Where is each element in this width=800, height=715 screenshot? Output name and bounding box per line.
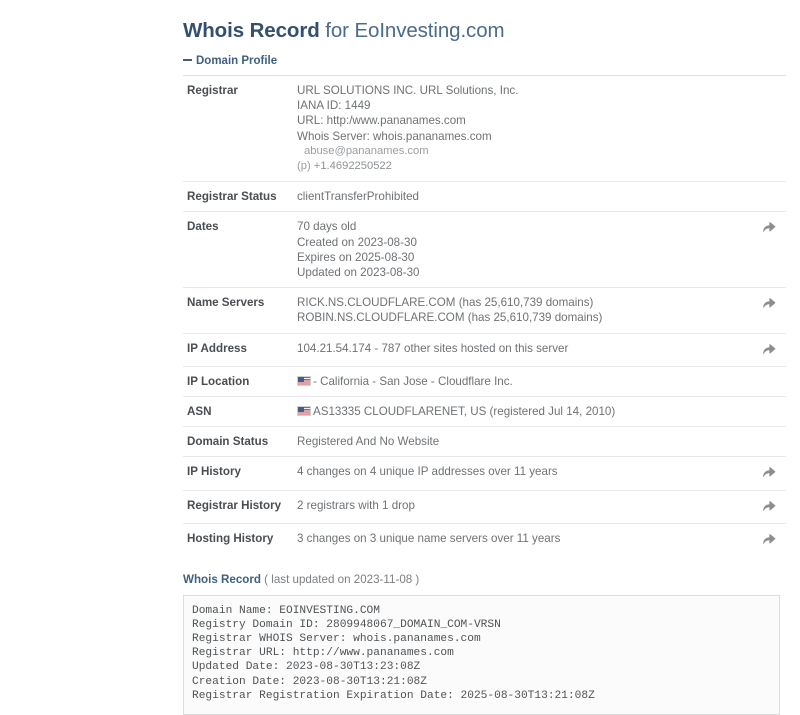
table-row: Registrar Status clientTransferProhibited [183, 181, 786, 212]
share-arrow-icon[interactable] [762, 532, 777, 545]
row-action-cell[interactable] [753, 523, 786, 556]
row-value-line: 4 changes on 4 unique IP addresses over … [297, 465, 558, 479]
row-value-line: clientTransferProhibited [297, 190, 420, 204]
whois-record-page: Whois Record for EoInvesting.com Domain … [0, 0, 800, 715]
table-row: Registrar URL SOLUTIONS INC. URL Solution… [183, 75, 786, 182]
table-row: IP History 4 changes on 4 unique IP addre… [183, 456, 786, 490]
row-value-line: Created on 2023-08-30 [297, 235, 417, 249]
row-value-line: - California - San Jose - Cloudflare Inc… [313, 374, 513, 388]
row-label: Hosting History [187, 531, 274, 545]
share-arrow-icon[interactable] [762, 342, 777, 355]
row-label: Registrar [187, 84, 238, 97]
whois-raw-box[interactable]: Domain Name: EOINVESTING.COM Registry Do… [183, 595, 780, 715]
row-value-line: Whois Server: whois.pananames.com [297, 129, 492, 143]
row-value: 70 days old Created on 2023-08-30 Expires … [297, 212, 753, 288]
table-row: IP Location - California - San Jose - Clo… [183, 366, 786, 396]
row-value-line: URL: http:/www.pananames.com [297, 114, 466, 128]
row-value-line: Expires on 2025-08-30 [297, 250, 415, 264]
registrar-abuse-phone: (p) +1.4692250522 [297, 159, 747, 174]
row-value-line: 104.21.54.174 - 787 other sites hosted o… [297, 341, 569, 355]
row-value: Registered And No Website [297, 427, 753, 457]
content-column: Whois Record for EoInvesting.com Domain … [183, 0, 786, 715]
row-action-cell [753, 182, 786, 212]
row-value-line: Updated on 2023-08-30 [297, 266, 420, 280]
row-action-cell[interactable] [753, 457, 786, 490]
page-title-domain: for EoInvesting.com [319, 19, 505, 42]
domain-profile-rows: Registrar URL SOLUTIONS INC. URL Solution… [183, 75, 786, 557]
whois-raw-text: Domain Name: EOINVESTING.COM Registry Do… [192, 605, 595, 702]
table-row: Name Servers RICK.NS.CLOUDFLARE.COM (has … [183, 287, 786, 333]
row-label: Registrar Status [187, 190, 277, 204]
row-value-line: IANA ID: 1449 [297, 99, 371, 113]
phone-prefix: (p) [297, 160, 311, 173]
row-label: IP Location [187, 374, 250, 388]
table-row: IP Address 104.21.54.174 - 787 other site… [183, 333, 786, 366]
row-value: 4 changes on 4 unique IP addresses over … [297, 457, 753, 490]
row-label: Name Servers [187, 296, 265, 310]
us-flag-icon [297, 375, 311, 386]
whois-record-title[interactable]: Whois Record [183, 573, 261, 586]
phone-number: +1.4692250522 [313, 160, 392, 173]
row-action-cell[interactable] [753, 212, 786, 288]
page-title: Whois Record for EoInvesting.com [183, 0, 783, 44]
table-row: ASN AS13335 CLOUDFLARENET, US (registered… [183, 396, 786, 427]
row-value: - California - San Jose - Cloudflare Inc… [297, 366, 753, 396]
row-value-line: URL SOLUTIONS INC. URL Solutions, Inc. [297, 84, 519, 97]
row-label: Registrar History [187, 498, 282, 512]
minus-icon [183, 59, 192, 62]
row-label: Domain Status [187, 435, 269, 449]
row-action-cell[interactable] [753, 490, 786, 523]
row-value: clientTransferProhibited [297, 182, 753, 212]
domain-profile-toggle[interactable]: Domain Profile [183, 54, 783, 68]
row-action-cell[interactable] [753, 333, 786, 366]
share-arrow-icon[interactable] [762, 499, 777, 512]
row-action-cell [753, 427, 786, 457]
whois-record-heading: Whois Record ( last updated on 2023-11-0… [183, 572, 783, 587]
table-row: Domain Status Registered And No Website [183, 426, 786, 457]
row-value-line: 70 days old [297, 220, 357, 234]
share-arrow-icon[interactable] [762, 296, 777, 309]
row-value-line: ROBIN.NS.CLOUDFLARE.COM (has 25,610,739 … [297, 311, 603, 325]
row-label: ASN [187, 405, 212, 419]
row-value: RICK.NS.CLOUDFLARE.COM (has 25,610,739 d… [297, 288, 753, 333]
row-value: URL SOLUTIONS INC. URL Solutions, Inc. IA… [297, 76, 753, 182]
row-value: AS13335 CLOUDFLARENET, US (registered Ju… [297, 397, 753, 427]
table-row: Hosting History 3 changes on 3 unique nam… [183, 523, 786, 556]
registrar-abuse-email[interactable]: abuse@pananames.com [297, 144, 747, 159]
page-title-strong: Whois Record [183, 19, 320, 42]
row-label: IP Address [187, 341, 247, 355]
row-value: 3 changes on 3 unique name servers over … [297, 523, 753, 556]
row-value-line: AS13335 CLOUDFLARENET, US (registered Ju… [313, 405, 616, 419]
row-action-cell [753, 76, 786, 182]
share-arrow-icon[interactable] [762, 465, 777, 478]
row-action-cell[interactable] [753, 288, 786, 333]
row-value: 2 registrars with 1 drop [297, 490, 753, 523]
share-arrow-icon[interactable] [762, 220, 777, 233]
row-action-cell [753, 397, 786, 427]
whois-record-updated: ( last updated on 2023-11-08 ) [260, 573, 420, 587]
domain-profile-toggle-label: Domain Profile [196, 55, 278, 67]
table-row: Registrar History 2 registrars with 1 dro… [183, 490, 786, 523]
row-label: IP History [187, 465, 241, 479]
row-action-cell [753, 366, 786, 396]
row-value: 104.21.54.174 - 787 other sites hosted o… [297, 333, 753, 366]
domain-profile-table: Registrar URL SOLUTIONS INC. URL Solution… [183, 75, 786, 556]
row-value-line: Registered And No Website [297, 435, 440, 449]
row-value-line: RICK.NS.CLOUDFLARE.COM (has 25,610,739 d… [297, 296, 594, 310]
us-flag-icon [297, 406, 311, 417]
row-label: Dates [187, 220, 219, 234]
row-value-line: 2 registrars with 1 drop [297, 498, 415, 512]
table-row: Dates 70 days old Created on 2023-08-30 Exp… [183, 211, 786, 288]
row-value-line: 3 changes on 3 unique name servers over … [297, 531, 561, 545]
